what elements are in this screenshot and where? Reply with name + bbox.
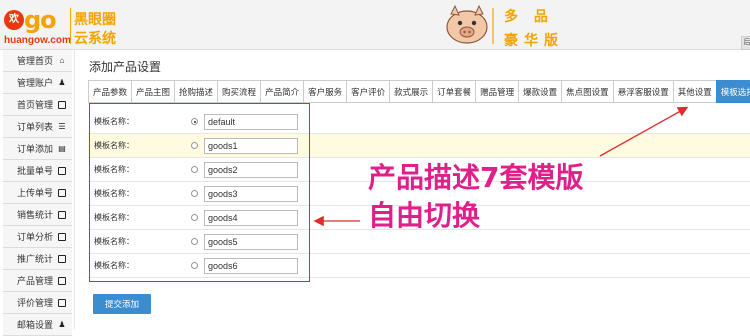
home-icon: ⌂ <box>59 55 65 65</box>
tab-product-intro[interactable]: 产品简介 <box>260 80 304 103</box>
sidebar-item-account[interactable]: 管理账户 ♟ <box>3 72 72 94</box>
sidebar-item-promo-stats[interactable]: 推广统计 <box>3 248 72 270</box>
window-icon <box>58 232 66 241</box>
user-icon: ♟ <box>58 77 66 87</box>
site-logo[interactable]: 欢 go huangow.com 黑眼圈 云系统 <box>4 6 122 46</box>
edition-label: 多 品 豪华版 <box>504 6 564 54</box>
window-icon <box>58 100 66 109</box>
pig-mascot-icon <box>446 4 494 44</box>
sidebar-item-order-add[interactable]: 订单添加 ▤ <box>3 138 72 160</box>
sidebar-item-label: 推广统计 <box>16 254 53 264</box>
tab-focus-image-settings[interactable]: 焦点图设置 <box>561 80 613 103</box>
tab-other-settings[interactable]: 其他设置 <box>672 80 716 103</box>
sidebar-item-label: 邮箱设置 <box>16 320 53 330</box>
sidebar-item-review-mgmt[interactable]: 评价管理 <box>3 292 72 314</box>
window-icon <box>58 298 66 307</box>
tab-product-main-image[interactable]: 产品主图 <box>131 80 175 103</box>
window-icon <box>58 210 66 219</box>
annotation-line1: 产品描述7套模版 <box>368 161 584 194</box>
sidebar-item-label: 管理首页 <box>16 56 53 66</box>
page-title: 添加产品设置 <box>89 60 162 74</box>
submit-add-button[interactable]: 提交添加 <box>93 294 151 314</box>
sidebar-item-order-analysis[interactable]: 订单分析 <box>3 226 72 248</box>
logo-domain: huangow.com <box>4 35 71 46</box>
tab-flash-sale-desc[interactable]: 抢购描述 <box>174 80 218 103</box>
sidebar-item-sales-stats[interactable]: 销售统计 <box>3 204 72 226</box>
tab-customer-service[interactable]: 客户服务 <box>303 80 347 103</box>
tab-purchase-flow[interactable]: 购买流程 <box>217 80 261 103</box>
window-icon <box>58 276 66 285</box>
user-icon: ♟ <box>58 319 66 329</box>
sidebar-item-homepage[interactable]: 首页管理 <box>3 94 72 116</box>
logo-badge: 欢 <box>4 10 24 30</box>
sidebar-item-label: 上传单号 <box>16 188 53 198</box>
sidebar-item-product-mgmt[interactable]: 产品管理 <box>3 270 72 292</box>
brand-name-line2: 云系统 <box>74 30 116 46</box>
sidebar-item-label: 订单添加 <box>16 144 53 154</box>
tab-customer-reviews[interactable]: 客户评价 <box>346 80 390 103</box>
tab-bar: 产品参数 产品主图 抢购描述 购买流程 产品简介 客户服务 客户评价 款式展示 … <box>88 80 750 103</box>
window-icon <box>58 166 66 175</box>
sidebar-item-label: 订单分析 <box>16 232 53 242</box>
tab-hot-item-settings[interactable]: 爆款设置 <box>518 80 562 103</box>
top-header: 欢 go huangow.com 黑眼圈 云系统 多 品 豪华版 后 <box>0 0 750 50</box>
sidebar-item-label: 销售统计 <box>16 210 53 220</box>
sidebar-item-label: 评价管理 <box>16 298 53 308</box>
tab-product-params[interactable]: 产品参数 <box>88 80 132 103</box>
window-icon <box>58 254 66 263</box>
sidebar-item-label: 批量单号 <box>16 166 53 176</box>
annotation-highlight-box <box>89 103 310 282</box>
file-icon: ▤ <box>58 143 66 153</box>
sidebar-item-label: 首页管理 <box>16 100 53 110</box>
sidebar: 管理首页 ⌂ 管理账户 ♟ 首页管理 订单列表 ☰ 订单添加 ▤ 批量单号 上传单号 销… <box>0 50 75 336</box>
annotation-line2: 自由切换 <box>368 199 481 232</box>
sidebar-item-label: 订单列表 <box>16 122 53 132</box>
sidebar-item-upload-numbers[interactable]: 上传单号 <box>3 182 72 204</box>
sidebar-item-label: 管理账户 <box>16 78 53 88</box>
sidebar-item-batch-numbers[interactable]: 批量单号 <box>3 160 72 182</box>
tab-gift-mgmt[interactable]: 赠品管理 <box>475 80 519 103</box>
sidebar-item-home[interactable]: 管理首页 ⌂ <box>3 50 72 72</box>
edition-line1: 多 品 <box>504 8 554 24</box>
sidebar-item-label: 产品管理 <box>16 276 53 286</box>
sidebar-item-mail-settings[interactable]: 邮箱设置 ♟ <box>3 314 72 336</box>
brand-name-line1: 黑眼圈 <box>74 11 116 27</box>
tab-template-select[interactable]: 模板选择 <box>715 80 750 103</box>
tab-floating-service-settings[interactable]: 悬浮客服设置 <box>612 80 673 103</box>
tab-style-showcase[interactable]: 款式展示 <box>389 80 433 103</box>
annotation-text: 产品描述7套模版 自由切换 <box>368 159 583 235</box>
list-icon: ☰ <box>58 121 66 131</box>
edition-line2: 豪华版 <box>504 32 564 48</box>
sidebar-item-order-list[interactable]: 订单列表 ☰ <box>3 116 72 138</box>
window-icon <box>58 188 66 197</box>
logo-divider <box>70 8 71 44</box>
tab-order-packages[interactable]: 订单套餐 <box>432 80 476 103</box>
header-corner-button[interactable]: 后 <box>741 36 750 50</box>
logo-wordmark: go <box>24 6 57 34</box>
